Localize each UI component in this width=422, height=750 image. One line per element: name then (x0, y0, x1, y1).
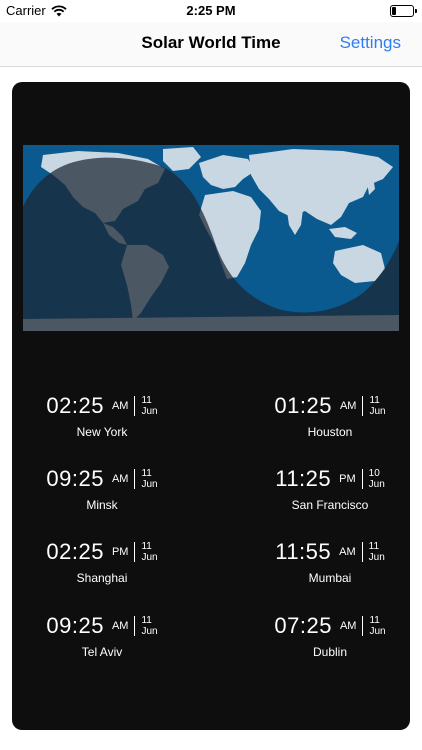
clock-divider (362, 616, 364, 636)
clock-shanghai: 02:25 PM 11 Jun Shanghai (12, 537, 192, 597)
clock-time: 09:25 (46, 466, 104, 491)
clock-time: 09:25 (46, 613, 104, 638)
nav-bar: Solar World Time Settings (0, 22, 422, 67)
clock-time: 11:55 (275, 539, 332, 564)
clock-divider (362, 396, 364, 416)
clock-ampm: AM (339, 400, 357, 412)
world-map (23, 145, 399, 331)
clock-divider (134, 469, 136, 489)
clock-divider (134, 616, 136, 636)
clock-time: 02:25 (46, 539, 104, 564)
clock-month: Jun (369, 626, 386, 637)
clock-city: Dublin (312, 645, 348, 659)
clock-day: 11 (141, 615, 152, 626)
clock-ampm: AM (111, 473, 129, 485)
clock-ampm: AM (339, 546, 356, 558)
clock-day: 11 (368, 541, 380, 552)
clock-day: 11 (141, 541, 152, 552)
clock-date: 11 Jun (141, 615, 157, 637)
clock-month: Jun (141, 406, 158, 417)
clock-date: 10 Jun (369, 468, 385, 490)
clock-tel-aviv: 09:25 AM 11 Jun Tel Aviv (12, 611, 192, 671)
clock-ampm: AM (111, 620, 129, 632)
clock-day: 11 (369, 615, 380, 626)
clock-divider (134, 396, 136, 416)
status-time: 2:25 PM (186, 3, 236, 18)
clock-new-york: 02:25 AM 11 Jun New York (12, 391, 192, 451)
clock-ampm: PM (111, 546, 129, 558)
clock-divider (361, 542, 363, 562)
clock-date: 11 Jun (369, 615, 385, 637)
clock-mumbai: 11:55 AM 11 Jun Mumbai (240, 537, 420, 597)
clock-ampm: AM (111, 400, 129, 412)
settings-button[interactable]: Settings (340, 33, 401, 53)
clock-day: 11 (141, 395, 152, 406)
clock-ampm: PM (339, 473, 356, 485)
clock-month: Jun (368, 552, 385, 563)
clock-month: Jun (368, 479, 385, 490)
clock-time: 11:25 (275, 466, 332, 491)
clock-city: San Francisco (291, 498, 369, 512)
clock-minsk: 09:25 AM 11 Jun Minsk (12, 464, 192, 524)
clock-divider (134, 542, 136, 562)
clock-day: 11 (369, 395, 380, 406)
clock-date: 11 Jun (141, 541, 157, 563)
clock-city: Tel Aviv (81, 645, 123, 659)
clock-city: Minsk (86, 498, 118, 512)
clock-houston: 01:25 AM 11 Jun Houston (240, 391, 420, 451)
clock-date: 11 Jun (141, 468, 157, 490)
clock-date: 11 Jun (369, 395, 385, 417)
clock-ampm: AM (339, 620, 357, 632)
clock-city: Mumbai (308, 571, 352, 585)
clock-month: Jun (141, 552, 158, 563)
world-time-card: 02:25 AM 11 Jun New York 01:25 AM 11 Jun… (12, 82, 410, 730)
clock-day: 11 (141, 468, 152, 479)
clock-city: Shanghai (76, 571, 128, 585)
clock-city: Houston (307, 425, 353, 439)
clock-time: 07:25 (274, 613, 332, 638)
status-bar: Carrier 2:25 PM (0, 0, 422, 22)
clock-time: 02:25 (46, 393, 104, 418)
clock-divider (361, 469, 363, 489)
clock-date: 11 Jun (141, 395, 157, 417)
clock-date: 11 Jun (369, 541, 385, 563)
clock-day: 10 (368, 468, 380, 479)
clock-dublin: 07:25 AM 11 Jun Dublin (240, 611, 420, 671)
battery-icon (390, 5, 417, 17)
clock-month: Jun (141, 479, 158, 490)
clock-month: Jun (369, 406, 386, 417)
clock-month: Jun (141, 626, 158, 637)
clock-san-francisco: 11:25 PM 10 Jun San Francisco (240, 464, 420, 524)
clock-time: 01:25 (274, 393, 332, 418)
clock-city: New York (76, 425, 128, 439)
